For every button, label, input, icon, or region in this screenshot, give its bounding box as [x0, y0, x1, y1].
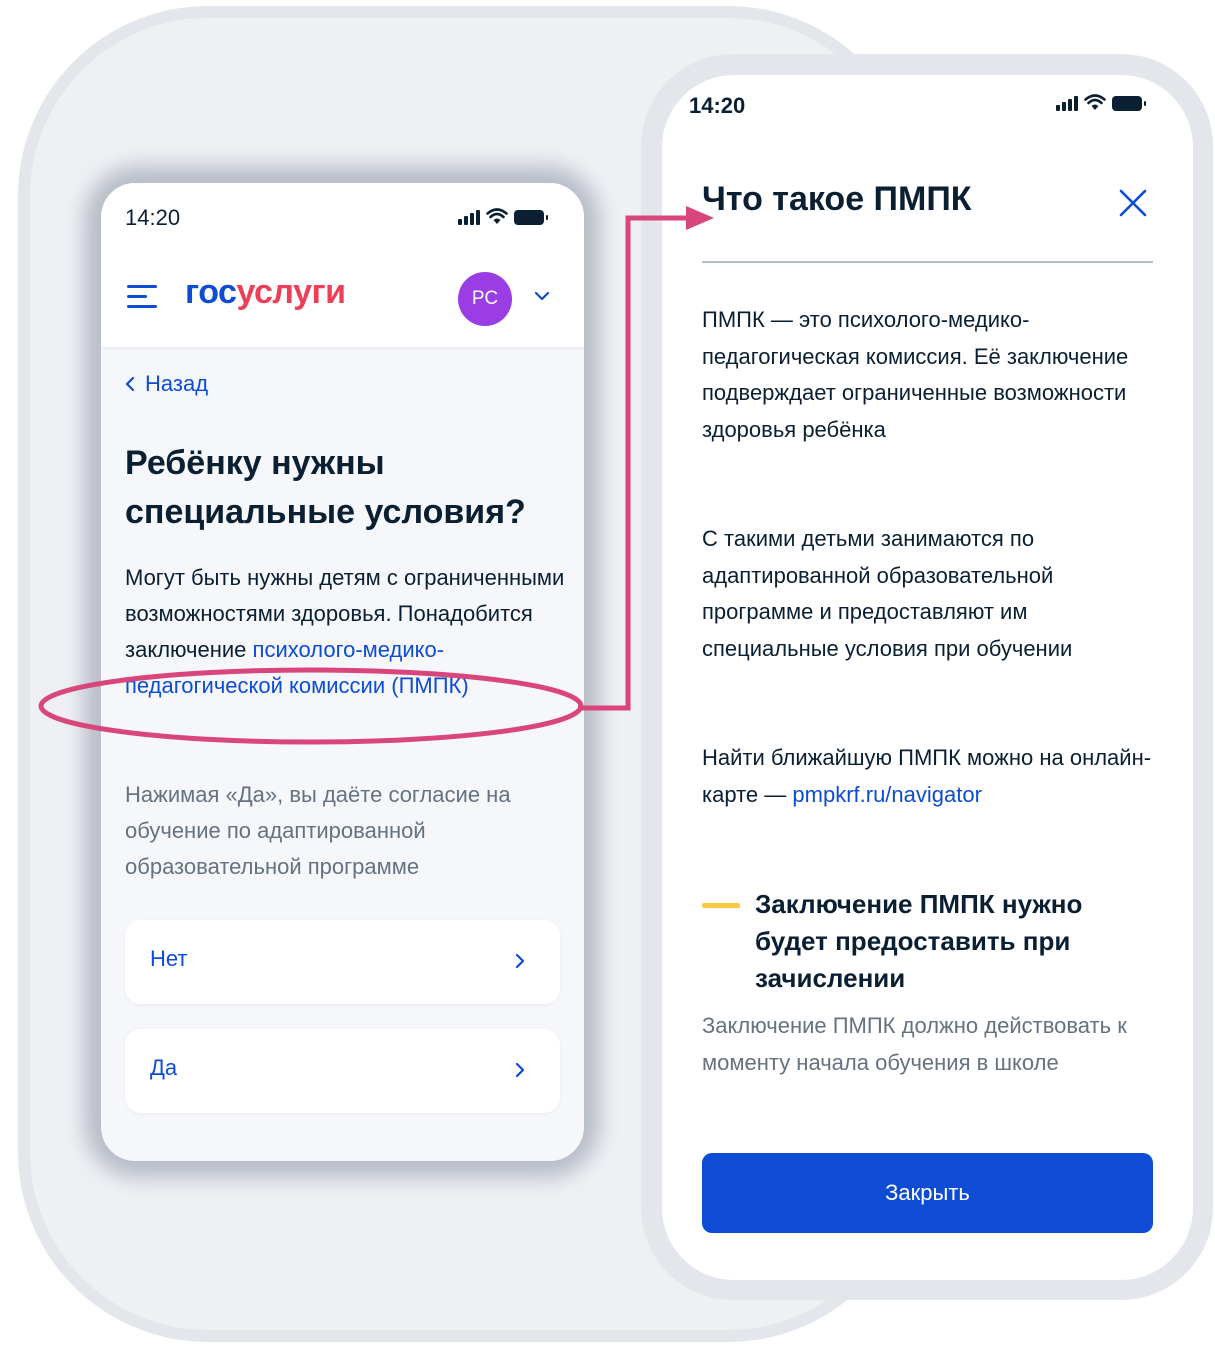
consent-note: Нажимая «Да», вы даёте согласие на обуче…: [125, 782, 511, 879]
pmpk-navigator-link[interactable]: pmpkrf.ru/navigator: [792, 782, 982, 807]
status-time: 14:20: [125, 205, 181, 230]
chevron-right-icon: [515, 953, 525, 969]
option-label: Да: [150, 1055, 178, 1080]
phone-screen-right: 14:20 Что такое ПМПК ПМПК — это психолог…: [662, 75, 1193, 1280]
option-label: Нет: [150, 946, 188, 971]
chevron-right-icon: [515, 1062, 525, 1078]
back-label: Назад: [145, 371, 209, 396]
battery-icon: [514, 210, 548, 225]
callout-text: Заключение ПМПК должно действовать к мом…: [702, 1013, 1127, 1075]
phone-screen-left: 14:20 госуслуги РС Назад Ребёнку нужны с…: [101, 183, 584, 1161]
option-no-button[interactable]: Нет: [125, 920, 560, 1004]
callout-accent-bar: [702, 903, 740, 908]
option-yes-button[interactable]: Да: [125, 1029, 560, 1113]
close-icon[interactable]: [1119, 189, 1147, 217]
status-time: 14:20: [689, 93, 746, 118]
modal-paragraph-3: Найти ближайшую ПМПК можно на онлайн-кар…: [702, 740, 1154, 813]
chevron-left-icon: [125, 376, 135, 392]
battery-icon: [1112, 96, 1146, 111]
modal-paragraph-1: ПМПК — это психолого-медико-педагогическ…: [702, 307, 1129, 442]
back-link[interactable]: Назад: [125, 371, 208, 397]
modal-title: Что такое ПМПК: [702, 180, 972, 218]
app-header: 14:20 госуслуги РС: [101, 183, 584, 347]
gosuslugi-logo[interactable]: госуслуги: [185, 273, 346, 312]
wifi-icon: [1084, 94, 1106, 110]
status-icons: [458, 207, 548, 225]
page-description: Могут быть нужны детям с ограниченными в…: [125, 560, 565, 704]
status-icons: [1056, 93, 1146, 111]
close-button[interactable]: Закрыть: [702, 1153, 1153, 1233]
menu-icon[interactable]: [127, 285, 159, 309]
divider: [702, 261, 1153, 263]
signal-icon: [1056, 96, 1078, 111]
page-title: Ребёнку нужны специальные условия?: [125, 444, 526, 531]
callout-title: Заключение ПМПК нужно будет предоставить…: [755, 889, 1083, 993]
wifi-icon: [486, 208, 508, 224]
avatar[interactable]: РС: [458, 272, 512, 326]
signal-icon: [458, 210, 480, 225]
modal-paragraph-2: С такими детьми занимаются по адаптирова…: [702, 526, 1073, 661]
chevron-down-icon[interactable]: [533, 289, 551, 303]
